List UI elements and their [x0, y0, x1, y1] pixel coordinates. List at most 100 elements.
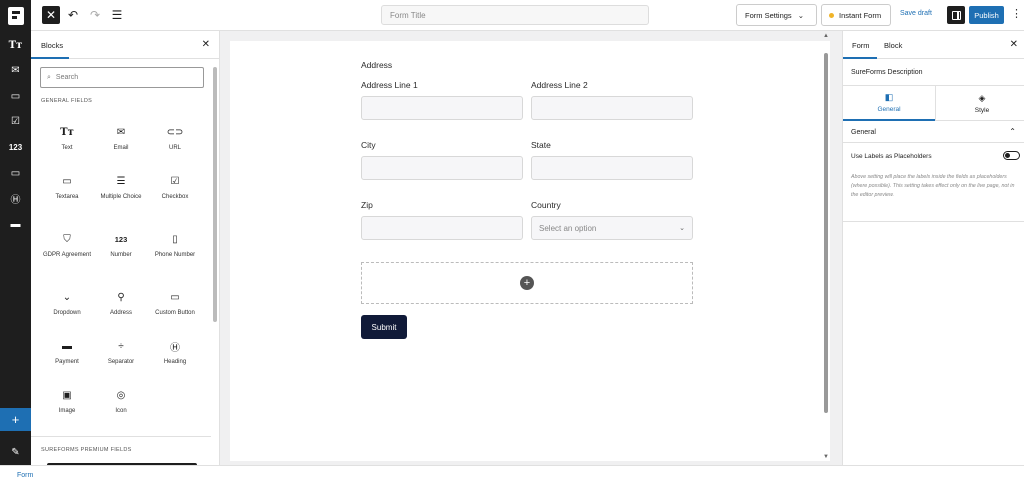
zip-field[interactable] — [361, 216, 523, 240]
top-toolbar: ✕ ↶ ↷ ☰ Form Title Form Settings ⌄ Insta… — [0, 0, 1024, 31]
block-phone-number[interactable]: ▯ Phone Number — [148, 231, 202, 260]
add-block-zone[interactable]: + — [361, 262, 693, 304]
tab-form[interactable]: Form — [852, 41, 870, 50]
block-label: Payment — [55, 359, 79, 365]
block-separator[interactable]: ÷ Separator — [94, 338, 148, 367]
left-icon-bar: Tт ✉ ▭ ☑ 123 ▭ Ⓗ ▬ + ✎ — [0, 31, 31, 465]
scroll-down-arrow-icon[interactable]: ▼ — [823, 454, 829, 460]
address-line-2-label: Address Line 2 — [531, 80, 588, 90]
multiple-choice-icon: ☰ — [116, 175, 126, 187]
close-icon[interactable]: ✕ — [1010, 39, 1018, 50]
premium-fields-title: SUREFORMS PREMIUM FIELDS — [41, 447, 132, 453]
block-heading[interactable]: Ⓗ Heading — [148, 338, 202, 367]
active-tab-indicator — [843, 57, 877, 59]
number-block-icon[interactable]: 123 — [0, 136, 31, 158]
city-field[interactable] — [361, 156, 523, 180]
block-gdpr-agreement[interactable]: ⛉ GDPR Agreement — [40, 231, 94, 260]
block-number[interactable]: 123 Number — [94, 231, 148, 260]
instant-form-button[interactable]: Instant Form — [821, 4, 891, 26]
country-select[interactable]: Select an option ⌄ — [531, 216, 693, 240]
add-circle-icon[interactable]: + — [520, 276, 534, 290]
block-label: Dropdown — [53, 310, 81, 316]
country-placeholder: Select an option — [539, 223, 597, 233]
block-url[interactable]: ⊂⊃ URL — [148, 124, 202, 153]
labels-as-placeholders-toggle[interactable] — [1003, 151, 1020, 160]
chevron-down-icon: ⌄ — [679, 225, 685, 232]
block-textarea[interactable]: ▭ Textarea — [40, 173, 94, 202]
list-view-icon[interactable]: ☰ — [108, 6, 126, 24]
edit-pencil-icon[interactable]: ✎ — [0, 441, 31, 463]
state-label: State — [531, 140, 551, 150]
inserter-scrollbar[interactable] — [213, 67, 217, 322]
form-settings-button[interactable]: Form Settings ⌄ — [736, 4, 817, 26]
checkbox-block-icon[interactable]: ☑ — [0, 110, 31, 132]
block-checkbox[interactable]: ☑ Checkbox — [148, 173, 202, 202]
heading-icon: Ⓗ — [170, 342, 180, 354]
payment-block-icon[interactable]: ▬ — [0, 213, 31, 235]
tab-block[interactable]: Block — [884, 41, 902, 50]
block-custom-button[interactable]: ▭ Custom Button — [148, 289, 202, 318]
general-tab-label: General — [877, 106, 901, 113]
address-line-2-field[interactable] — [531, 96, 693, 120]
add-block-icon[interactable]: + — [0, 408, 31, 431]
block-label: Icon — [115, 408, 127, 414]
close-inserter-button[interactable]: ✕ — [42, 6, 60, 24]
breadcrumb-bar: Form — [0, 465, 1024, 482]
state-field[interactable] — [531, 156, 693, 180]
scroll-up-arrow-icon[interactable]: ▲ — [823, 33, 829, 39]
button-icon: ▭ — [170, 291, 180, 303]
settings-sidebar-toggle-icon[interactable] — [947, 6, 965, 24]
textarea-block-icon[interactable]: ▭ — [0, 85, 31, 107]
canvas-scrollbar[interactable] — [824, 53, 828, 413]
sureforms-logo-icon[interactable] — [0, 0, 31, 31]
editor-canvas-area: Address Address Line 1 Address Line 2 Ci… — [220, 31, 842, 465]
form-title-placeholder: Form Title — [390, 10, 426, 20]
general-panel-header[interactable]: General ⌃ — [843, 121, 1024, 143]
save-draft-button[interactable]: Save draft — [900, 10, 932, 17]
address-line-1-field[interactable] — [361, 96, 523, 120]
phone-icon: ▯ — [172, 233, 178, 245]
breadcrumb[interactable]: Form — [17, 472, 33, 479]
sureforms-description[interactable]: SureForms Description — [843, 59, 1024, 86]
city-label: City — [361, 140, 376, 150]
block-search-input[interactable]: ⌕ Search — [40, 67, 204, 88]
form-title-input[interactable]: Form Title — [381, 5, 649, 25]
checkbox-icon: ☑ — [170, 175, 180, 187]
text-icon: Tт — [60, 126, 74, 138]
toggle-label: Use Labels as Placeholders — [851, 153, 932, 160]
tab-blocks[interactable]: Blocks — [41, 41, 63, 50]
close-icon[interactable]: ✕ — [202, 39, 210, 50]
text-block-icon[interactable]: Tт — [0, 34, 31, 56]
submit-button[interactable]: Submit — [361, 315, 407, 339]
chevron-down-icon: ⌄ — [62, 291, 72, 303]
block-email[interactable]: ✉ Email — [94, 124, 148, 153]
general-fields-title: GENERAL FIELDS — [41, 98, 93, 104]
redo-icon[interactable]: ↷ — [86, 6, 104, 24]
block-label: Heading — [163, 359, 187, 365]
block-label: GDPR Agreement — [42, 252, 92, 258]
block-image[interactable]: ▣ Image — [40, 387, 94, 416]
block-text[interactable]: Tт Text — [40, 124, 94, 153]
zip-label: Zip — [361, 200, 373, 210]
button-block-icon[interactable]: ▭ — [0, 162, 31, 184]
block-multiple-choice[interactable]: ☰ Multiple Choice — [94, 173, 148, 202]
block-address[interactable]: ⚲ Address — [94, 289, 148, 318]
email-block-icon[interactable]: ✉ — [0, 59, 31, 81]
undo-icon[interactable]: ↶ — [64, 6, 82, 24]
block-label: URL — [168, 145, 181, 151]
block-payment[interactable]: ▬ Payment — [40, 338, 94, 367]
block-icon[interactable]: ◎ Icon — [94, 387, 148, 416]
more-options-icon[interactable]: ⋮ — [1011, 7, 1022, 20]
payment-card-icon: ▬ — [62, 340, 72, 352]
link-icon: ⊂⊃ — [166, 126, 184, 138]
heading-block-icon[interactable]: Ⓗ — [0, 187, 31, 209]
image-icon: ▣ — [62, 389, 72, 401]
settings-tabs: Form Block ✕ — [843, 31, 1024, 59]
general-heading: General — [851, 129, 876, 136]
publish-button[interactable]: Publish — [969, 6, 1004, 24]
tab-style[interactable]: ◈ Style — [936, 86, 1024, 121]
block-dropdown[interactable]: ⌄ Dropdown — [40, 289, 94, 318]
tab-general[interactable]: ◧ General — [843, 86, 935, 121]
block-inserter-panel: Blocks ✕ ⌕ Search GENERAL FIELDS Tт Text… — [31, 31, 220, 465]
block-label: Multiple Choice — [100, 194, 142, 200]
